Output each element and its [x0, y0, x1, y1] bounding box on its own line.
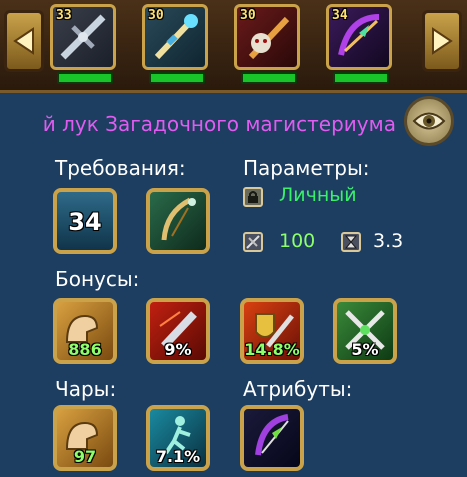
item-slot-2[interactable]: 30: [142, 4, 208, 70]
bonus-tile-critical[interactable]: 9%: [146, 298, 210, 364]
item-2-health-bar: [149, 72, 205, 84]
attack-speed-value: 3.3: [373, 230, 404, 252]
enchantments-label: Чары:: [55, 377, 117, 401]
bonus-tile-defense[interactable]: 14.8%: [240, 298, 304, 364]
required-level-tile[interactable]: 34: [53, 188, 117, 254]
view-item-button[interactable]: [404, 96, 454, 146]
next-item-button[interactable]: [422, 10, 462, 72]
item-level: 34: [332, 8, 348, 23]
item-level: 33: [56, 8, 72, 23]
item-level: 30: [148, 8, 164, 23]
item-slot-1[interactable]: 33: [50, 4, 116, 70]
enchant-tile-strength[interactable]: 97: [53, 405, 117, 471]
item-level: 30: [240, 8, 256, 23]
enchant-value: 7.1%: [155, 447, 201, 466]
bonus-tile-parry[interactable]: 5%: [333, 298, 397, 364]
item-slot-4[interactable]: 34: [326, 4, 392, 70]
attributes-label: Атрибуты:: [243, 377, 353, 401]
bonus-value: 5%: [351, 340, 379, 359]
item-carousel: 33 30 30 34: [0, 0, 467, 93]
item-3-health-bar: [241, 72, 297, 84]
bonus-value: 14.8%: [244, 340, 300, 359]
enchant-tile-dodge[interactable]: 7.1%: [146, 405, 210, 471]
bow-attribute-icon: [255, 414, 289, 456]
bonuses-label: Бонусы:: [55, 267, 140, 291]
required-level-value: 34: [68, 208, 102, 236]
bonus-value: 9%: [164, 340, 192, 359]
binding-status: Личный: [279, 184, 357, 206]
requirements-label: Требования:: [55, 156, 186, 180]
bonus-tile-strength[interactable]: 886: [53, 298, 117, 364]
attribute-tile[interactable]: [240, 405, 304, 471]
lock-icon: [243, 187, 263, 207]
bonus-value: 886: [68, 340, 102, 359]
damage-value: 100: [279, 230, 316, 252]
enchant-value: 97: [73, 447, 97, 466]
hourglass-icon: [341, 232, 361, 252]
eye-icon: [412, 112, 446, 130]
item-title: й лук Загадочного магистериума: [42, 112, 396, 136]
damage-icon: [243, 232, 263, 252]
parameters-label: Параметры:: [243, 156, 370, 180]
item-slot-3[interactable]: 30: [234, 4, 300, 70]
arrow-right-icon: [432, 27, 453, 55]
item-4-health-bar: [333, 72, 389, 84]
item-1-health-bar: [57, 72, 113, 84]
archery-skill-icon: [161, 197, 196, 241]
required-skill-tile[interactable]: [146, 188, 210, 254]
previous-item-button[interactable]: [4, 10, 44, 72]
arrow-left-icon: [13, 27, 34, 55]
